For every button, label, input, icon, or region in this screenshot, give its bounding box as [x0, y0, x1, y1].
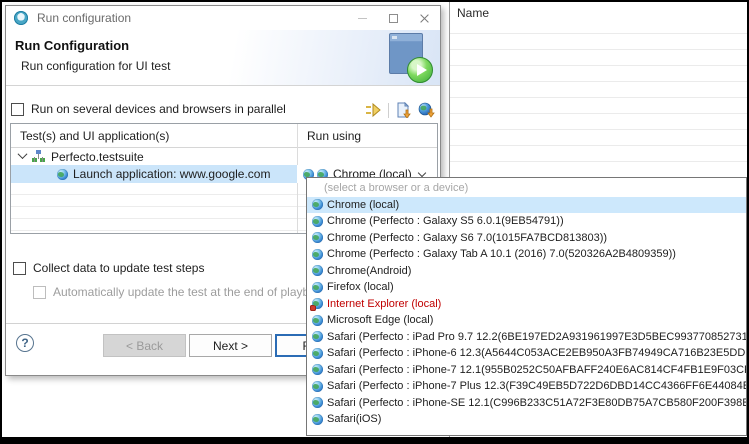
- minimize-icon: [358, 18, 367, 19]
- column-header-tests[interactable]: Test(s) and UI application(s): [11, 129, 297, 143]
- globe-icon: [312, 381, 323, 392]
- play-icon: [407, 57, 433, 83]
- import-test-icon[interactable]: [395, 102, 412, 118]
- empty-list-row: [450, 50, 747, 66]
- name-panel-rows: [450, 18, 747, 178]
- dropdown-item-safari-ipad-pro[interactable]: Safari (Perfecto : iPad Pro 9.7 12.2(6BE…: [307, 329, 746, 346]
- dropdown-item-chrome-galaxy-tab[interactable]: Chrome (Perfecto : Galaxy Tab A 10.1 (20…: [307, 246, 746, 263]
- help-button[interactable]: ?: [16, 334, 34, 352]
- empty-list-row: [450, 162, 747, 178]
- collect-data-label: Collect data to update test steps: [33, 261, 204, 275]
- dropdown-item-firefox-local[interactable]: Firefox (local): [307, 279, 746, 296]
- auto-update-label: Automatically update the test at the end…: [53, 285, 328, 299]
- column-header-run-using[interactable]: Run using: [297, 129, 361, 143]
- collect-data-checkbox[interactable]: [13, 262, 26, 275]
- toolbar-separator: [388, 103, 389, 118]
- dropdown-item-safari-ios[interactable]: Safari(iOS): [307, 411, 746, 428]
- testsuite-icon: [32, 150, 45, 163]
- dropdown-item-safari-iphone-7[interactable]: Safari (Perfecto : iPhone-7 12.1(955B025…: [307, 362, 746, 379]
- globe-icon: [312, 348, 323, 359]
- globe-icon: [312, 265, 323, 276]
- globe-icon: [312, 232, 323, 243]
- dropdown-item-safari-iphone-7-plus[interactable]: Safari (Perfecto : iPhone-7 Plus 12.3(F3…: [307, 378, 746, 395]
- dropdown-item-safari-iphone-6[interactable]: Safari (Perfecto : iPhone-6 12.3(A5644C0…: [307, 345, 746, 362]
- globe-error-icon: [312, 298, 323, 309]
- tree-row-testsuite[interactable]: Perfecto.testsuite: [11, 148, 437, 165]
- collect-data-row: Collect data to update test steps: [13, 261, 204, 275]
- ui-test-play-icon: [387, 33, 433, 83]
- globe-icon: [312, 331, 323, 342]
- dropdown-item-chrome-galaxy-s6[interactable]: Chrome (Perfecto : Galaxy S6 7.0(1015FA7…: [307, 230, 746, 247]
- parallel-checkbox[interactable]: [11, 103, 24, 116]
- table-header-row: Test(s) and UI application(s) Run using: [11, 124, 437, 148]
- globe-icon: [312, 315, 323, 326]
- minimize-button[interactable]: [347, 6, 378, 30]
- dropdown-item-internet-explorer-local[interactable]: Internet Explorer (local): [307, 296, 746, 313]
- auto-update-checkbox: [33, 286, 46, 299]
- dropdown-placeholder: (select a browser or a device): [307, 180, 746, 197]
- empty-list-row: [450, 18, 747, 34]
- dropdown-item-safari-iphone-se[interactable]: Safari (Perfecto : iPhone-SE 12.1(C996B2…: [307, 395, 746, 412]
- empty-list-row: [450, 98, 747, 114]
- parallel-run-icon[interactable]: [365, 102, 382, 118]
- globe-icon: [312, 397, 323, 408]
- window-controls: [347, 6, 440, 30]
- empty-list-row: [450, 82, 747, 98]
- browser-device-dropdown: (select a browser or a device) Chrome (l…: [306, 177, 747, 436]
- launch-application-label: Launch application: www.google.com: [73, 167, 270, 181]
- globe-icon: [312, 282, 323, 293]
- dialog-title: Run configuration: [37, 11, 131, 25]
- page-title: Run Configuration: [15, 38, 129, 53]
- maximize-icon: [389, 14, 398, 23]
- run-toolbar: [365, 102, 435, 118]
- globe-icon: [57, 169, 68, 180]
- dropdown-item-chrome-galaxy-s5[interactable]: Chrome (Perfecto : Galaxy S5 6.0.1(9EB54…: [307, 213, 746, 230]
- close-button[interactable]: [409, 6, 440, 30]
- testsuite-label: Perfecto.testsuite: [51, 150, 144, 164]
- parallel-checkbox-row: Run on several devices and browsers in p…: [11, 102, 286, 116]
- globe-icon: [312, 216, 323, 227]
- parallel-checkbox-label: Run on several devices and browsers in p…: [31, 102, 286, 116]
- globe-icon: [312, 414, 323, 425]
- dialog-titlebar[interactable]: Run configuration: [6, 6, 440, 30]
- empty-list-row: [450, 66, 747, 82]
- wizard-banner: Run Configuration Run configuration for …: [6, 30, 440, 86]
- import-device-icon[interactable]: [418, 102, 435, 118]
- empty-list-row: [450, 34, 747, 50]
- maximize-button[interactable]: [378, 6, 409, 30]
- error-badge-icon: [310, 305, 316, 311]
- dropdown-item-chrome-local[interactable]: Chrome (local): [307, 197, 746, 214]
- chevron-down-icon[interactable]: [418, 169, 426, 177]
- close-icon: [419, 13, 430, 24]
- dropdown-item-chrome-android[interactable]: Chrome(Android): [307, 263, 746, 280]
- page-subtitle: Run configuration for UI test: [21, 59, 170, 73]
- dropdown-item-microsoft-edge-local[interactable]: Microsoft Edge (local): [307, 312, 746, 329]
- chevron-down-icon[interactable]: [18, 149, 28, 159]
- back-button: < Back: [103, 334, 186, 357]
- auto-update-row: Automatically update the test at the end…: [33, 285, 328, 299]
- globe-icon: [312, 249, 323, 260]
- globe-icon: [312, 364, 323, 375]
- launch-application-cell[interactable]: Launch application: www.google.com: [11, 165, 297, 183]
- empty-list-row: [450, 114, 747, 130]
- next-button[interactable]: Next >: [189, 334, 272, 357]
- run-config-app-icon: [14, 11, 28, 25]
- globe-icon: [312, 199, 323, 210]
- empty-list-row: [450, 146, 747, 162]
- empty-list-row: [450, 130, 747, 146]
